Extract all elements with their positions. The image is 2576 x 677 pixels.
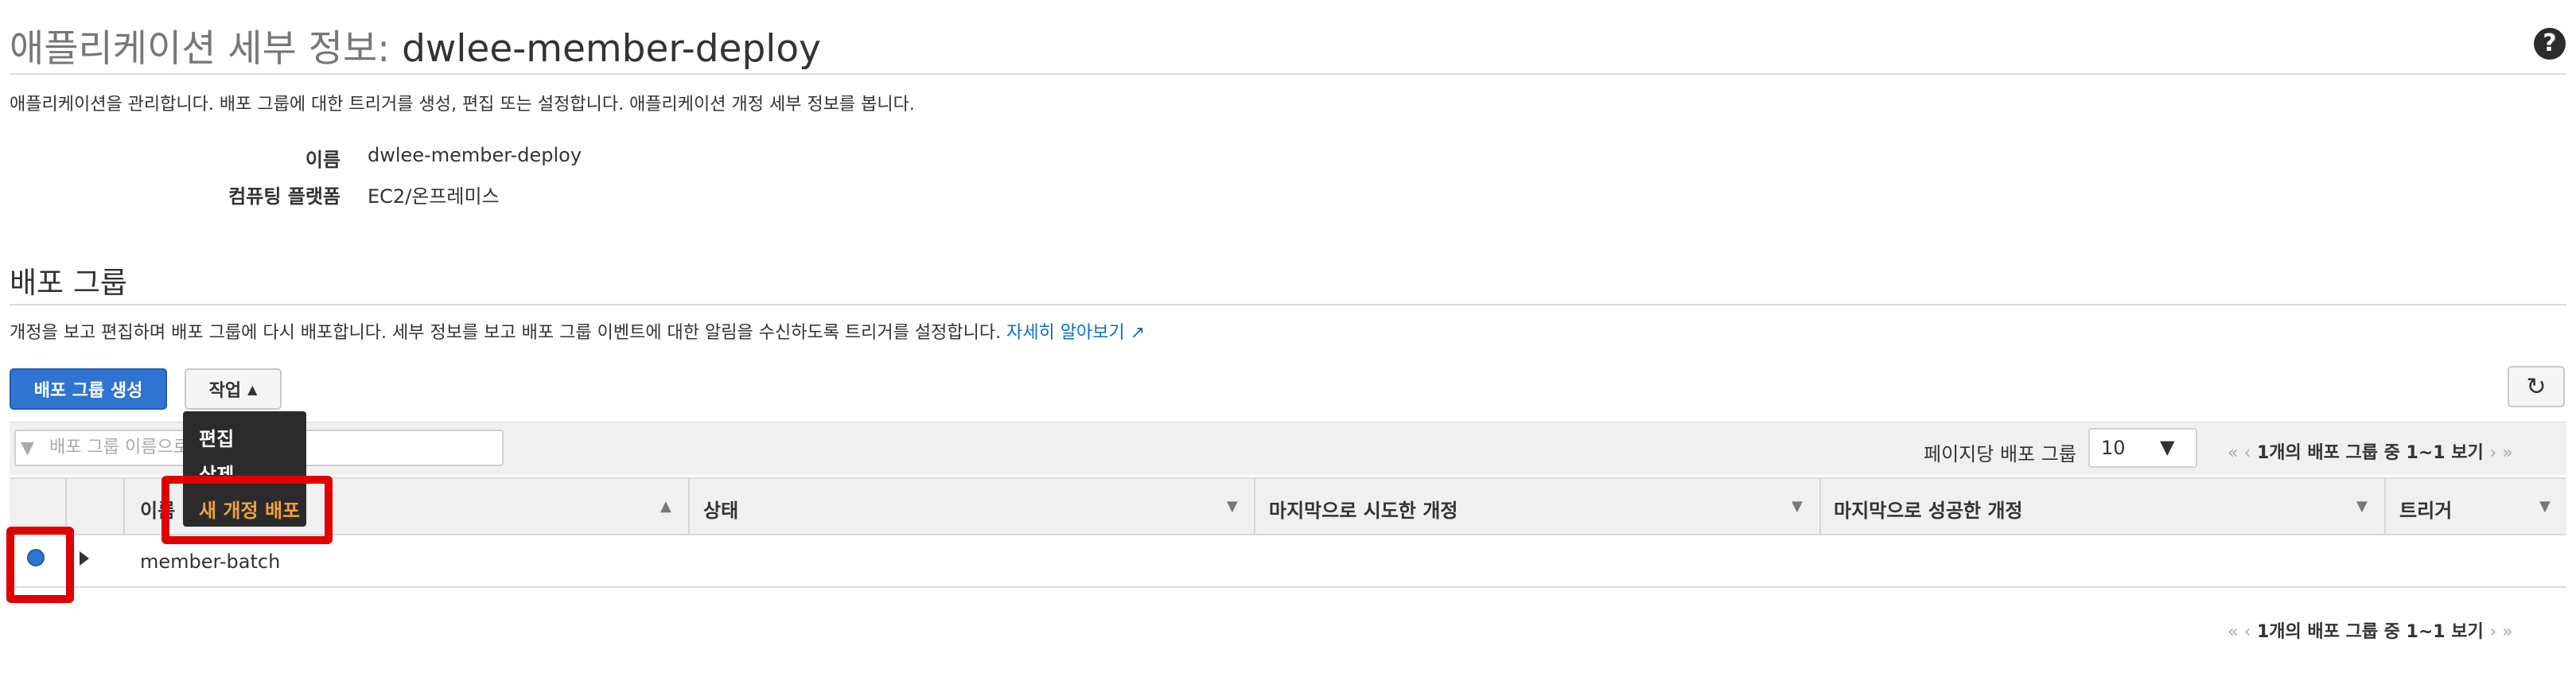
menu-item-delete[interactable]: 삭제 [199,459,234,475]
column-header-status[interactable]: 상태 [703,495,738,523]
row-name[interactable]: member-batch [140,551,280,573]
annotation-highlight-box [6,527,74,603]
sort-icon[interactable]: ▼ [1792,498,1803,515]
name-value: dwlee-member-deploy [368,144,582,166]
column-header-last-succeeded[interactable]: 마지막으로 성공한 개정 [1834,495,2023,523]
column-divider [1254,477,1255,535]
pager-text: 1개의 배포 그룹 중 1~1 보기 [2256,622,2484,642]
column-divider [2384,477,2386,535]
column-header-trigger[interactable]: 트리거 [2399,495,2452,523]
chevron-down-icon: ▼ [2160,436,2175,458]
menu-item-edit[interactable]: 편집 [199,423,234,451]
page-title: 애플리케이션 세부 정보: dwlee-member-deploy [10,18,821,72]
pager-text: 1개의 배포 그룹 중 1~1 보기 [2256,443,2484,463]
application-name: dwlee-member-deploy [402,27,821,71]
sort-icon[interactable]: ▼ [2356,498,2368,515]
pager-prev-icon[interactable]: « ‹ [2228,622,2251,642]
actions-button[interactable]: 작업 ▲ [185,368,282,410]
platform-label: 컴퓨팅 플랫폼 [228,185,340,208]
annotation-highlight-box [161,476,333,544]
expand-row-icon[interactable] [80,551,89,566]
create-deployment-group-button[interactable]: 배포 그룹 생성 [10,368,167,410]
filter-icon: ▼ [21,438,34,458]
per-page-label: 페이지당 배포 그룹 [1924,443,2076,465]
actions-label: 작업 [208,381,242,401]
sort-icon[interactable]: ▼ [1227,498,1238,515]
section-title: 배포 그룹 [10,266,127,300]
column-divider [688,477,690,535]
refresh-button[interactable]: ↻ [2508,366,2565,407]
sort-icon[interactable]: ▼ [2539,498,2551,515]
caret-up-icon: ▲ [247,381,258,397]
pager-prev-icon[interactable]: « ‹ [2228,443,2251,463]
section-description-text: 개정을 보고 편집하며 배포 그룹에 다시 배포합니다. 세부 정보를 보고 배… [10,323,1002,343]
column-header-last-attempted[interactable]: 마지막으로 시도한 개정 [1269,495,1458,523]
page-title-prefix: 애플리케이션 세부 정보: [10,27,391,71]
column-divider [123,477,125,535]
pager-top: « ‹ 1개의 배포 그룹 중 1~1 보기 › » [2228,438,2513,464]
pager-next-icon[interactable]: › » [2489,443,2512,463]
app-description: 애플리케이션을 관리합니다. 배포 그룹에 대한 트리거를 생성, 편집 또는 … [10,95,915,115]
table-row[interactable] [10,535,2566,588]
pager-next-icon[interactable]: › » [2489,622,2512,642]
divider [10,73,2566,75]
external-link-icon: ↗ [1130,323,1146,343]
platform-value: EC2/온프레미스 [368,185,500,208]
name-label: 이름 [305,149,340,171]
divider [10,304,2566,305]
column-divider [1819,477,1821,535]
pager-bottom: « ‹ 1개의 배포 그룹 중 1~1 보기 › » [2228,617,2513,643]
section-description: 개정을 보고 편집하며 배포 그룹에 다시 배포합니다. 세부 정보를 보고 배… [10,318,1145,344]
learn-more-text[interactable]: 자세히 알아보기 [1006,323,1125,343]
refresh-icon: ↻ [2526,372,2547,401]
help-icon[interactable]: ? [2534,28,2566,60]
per-page-select[interactable]: 10 [2088,428,2197,468]
sort-asc-icon[interactable]: ▲ [660,498,671,515]
learn-more-link[interactable]: 자세히 알아보기 ↗ [1006,323,1145,343]
